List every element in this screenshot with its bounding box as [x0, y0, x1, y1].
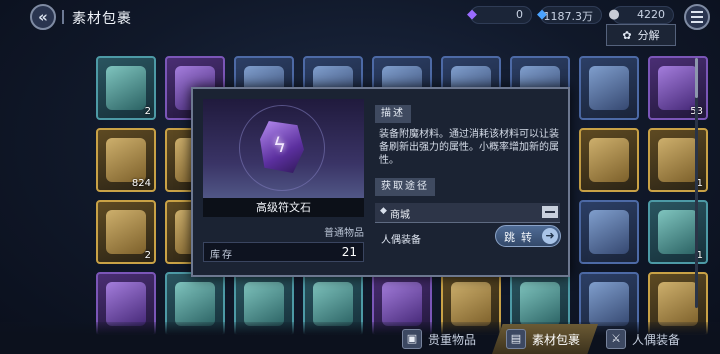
item-thumbnail-icon [175, 282, 215, 326]
minus-icon [545, 211, 555, 213]
item-thumbnail-icon [451, 282, 491, 326]
scrollbar-thumb[interactable] [695, 58, 698, 98]
item-slot[interactable]: 2 [96, 56, 156, 120]
tab-doll-equipment[interactable]: ⚔ 人偶装备 [606, 326, 680, 352]
item-thumbnail-icon [658, 282, 698, 326]
item-rarity: 普通物品 [324, 228, 364, 239]
item-description: 装备附魔材料。通过消耗该材料可以让装备刷新出强力的属性。小概率增加新的属性。 [379, 129, 559, 166]
rune-symbol-icon: ϟ [273, 133, 287, 157]
item-slot[interactable]: 824 [96, 128, 156, 192]
source-heading: 获取途径 [375, 178, 435, 196]
item-preview: ϟ 高级符文石 [203, 99, 364, 217]
menu-button[interactable] [684, 4, 710, 30]
tab-materials[interactable]: ▤ 素材包裹 [506, 326, 580, 352]
currency-value: 0 [516, 8, 523, 21]
doll-equipment-label: 人偶装备 [381, 235, 421, 246]
stock-row: 库存 21 [203, 242, 364, 262]
source-shop-row[interactable]: ◆ 商城 [375, 203, 560, 223]
menu-icon [691, 11, 703, 13]
title-divider [62, 10, 64, 24]
item-thumbnail-icon [106, 138, 146, 182]
tab-label: 人偶装备 [632, 332, 681, 347]
stock-label: 库存 [210, 250, 234, 261]
item-thumbnail-icon [589, 138, 629, 182]
item-thumbnail-icon [313, 282, 353, 326]
back-button[interactable]: « [30, 4, 56, 30]
sword-icon: ⚔ [606, 329, 626, 349]
grid-scrollbar[interactable] [695, 58, 698, 308]
jump-label: 跳转 [504, 231, 538, 244]
item-thumbnail-icon [106, 282, 146, 326]
item-count: 2 [144, 250, 151, 261]
item-thumbnail-icon [658, 138, 698, 182]
item-slot[interactable]: 1 [648, 128, 708, 192]
item-slot[interactable] [579, 56, 639, 120]
source-shop-label: 商城 [390, 210, 410, 221]
item-thumbnail-icon [658, 210, 698, 254]
jump-button[interactable]: 跳转 ➜ [495, 225, 561, 247]
treasure-chest-icon: ▣ [402, 329, 422, 349]
item-thumbnail-icon [106, 210, 146, 254]
item-slot[interactable]: 2 [96, 200, 156, 264]
item-count: 2 [144, 106, 151, 117]
material-box-icon: ▤ [506, 329, 526, 349]
collapse-button[interactable] [542, 206, 558, 218]
item-thumbnail-icon [589, 66, 629, 110]
stock-value: 21 [341, 245, 357, 259]
item-thumbnail-icon [244, 282, 284, 326]
page-title: 素材包裹 [72, 11, 132, 27]
item-detail-panel: ϟ 高级符文石 普通物品 库存 21 描述 装备附魔材料。通过消耗该材料可以让装… [191, 87, 570, 277]
item-slot[interactable]: 1 [648, 200, 708, 264]
item-name: 高级符文石 [203, 198, 364, 217]
currency-silver-ore: ● 4220 [608, 6, 674, 24]
silver-ore-icon: ● [608, 7, 620, 22]
item-slot[interactable] [579, 128, 639, 192]
item-thumbnail-icon [106, 66, 146, 110]
item-thumbnail-icon [589, 210, 629, 254]
currency-blue-crystal: ◆ 1187.3万 [537, 6, 602, 24]
item-thumbnail-icon [382, 282, 422, 326]
currency-value: 1187.3万 [543, 10, 594, 23]
diamond-bullet-icon: ◆ [380, 206, 387, 216]
decompose-label: 分解 [637, 29, 660, 42]
item-slot[interactable]: 53 [648, 56, 708, 120]
tab-label: 素材包裹 [532, 332, 581, 347]
arrow-right-icon: ➜ [542, 228, 558, 244]
tab-valuables[interactable]: ▣ 贵重物品 [402, 326, 476, 352]
description-heading: 描述 [375, 105, 411, 123]
currency-purple-gem: ◆ 0 [467, 6, 532, 24]
decompose-button[interactable]: ✿ 分解 [606, 24, 676, 46]
purple-gem-icon: ◆ [467, 7, 477, 22]
item-thumbnail-icon [589, 282, 629, 326]
back-arrow-icon: « [38, 8, 48, 26]
item-thumbnail-icon [658, 66, 698, 110]
decompose-icon: ✿ [622, 28, 632, 42]
item-slot[interactable] [579, 200, 639, 264]
item-count: 824 [131, 178, 151, 189]
tab-label: 贵重物品 [428, 332, 477, 347]
currency-value: 4220 [637, 8, 665, 21]
item-thumbnail-icon [520, 282, 560, 326]
